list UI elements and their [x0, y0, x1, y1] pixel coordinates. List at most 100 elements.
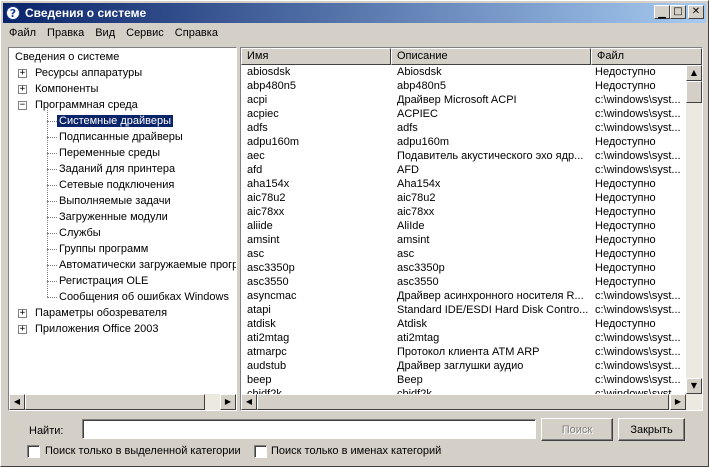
table-row[interactable]: adfs adfs c:\windows\syst... — [241, 121, 686, 135]
collapse-icon[interactable]: − — [18, 100, 27, 110]
tree-item[interactable]: Подписанные драйверы — [57, 129, 185, 145]
table-row[interactable]: ati2mtag ati2mtag c:\windows\syst... — [241, 331, 686, 345]
cell-file: Недоступно — [595, 206, 656, 218]
tree-item[interactable]: Заданий для принтера — [57, 161, 177, 177]
menu-edit[interactable]: Правка — [41, 27, 89, 39]
table-row[interactable]: afd AFD c:\windows\syst... — [241, 163, 686, 177]
table-row[interactable]: acpi Драйвер Microsoft ACPI c:\windows\sys… — [241, 93, 686, 107]
title-bar[interactable]: ? Сведения о системе ▁ □ ✕ — [3, 3, 706, 23]
cell-file: Недоступно — [595, 192, 656, 204]
tree-item[interactable]: + Компоненты — [18, 81, 100, 97]
tree-horizontal-scrollbar[interactable]: ◀ ▶ — [9, 394, 236, 410]
list-hscroll-thumb[interactable] — [257, 394, 669, 410]
tree-item[interactable]: Службы — [57, 225, 103, 241]
cell-name: asc — [247, 248, 265, 260]
cell-name: asyncmac — [247, 290, 297, 302]
expand-icon[interactable]: + — [18, 324, 27, 334]
search-category-names-label[interactable]: Поиск только в именах категорий — [271, 445, 441, 457]
table-row[interactable]: abp480n5 abp480n5 Недоступно — [241, 79, 686, 93]
column-header-file[interactable]: Файл — [591, 48, 702, 65]
cell-file: c:\windows\syst... — [595, 346, 681, 358]
minimize-button[interactable]: ▁ — [654, 5, 670, 19]
cell-name: asc3550 — [247, 276, 289, 288]
arrow-right-icon[interactable]: ▶ — [670, 394, 686, 410]
arrow-down-icon[interactable]: ▼ — [686, 378, 702, 394]
tree-item[interactable]: Сетевые подключения — [57, 177, 176, 193]
table-row[interactable]: cbidf2k cbidf2k c:\windows\syst... — [241, 387, 686, 394]
table-row[interactable]: atdisk Atdisk Недоступно — [241, 317, 686, 331]
close-window-button[interactable]: ✕ — [688, 5, 704, 19]
arrow-left-icon[interactable]: ◀ — [241, 394, 257, 410]
cell-description: adpu160m — [397, 136, 449, 148]
tree-item[interactable]: + Приложения Office 2003 — [18, 321, 160, 337]
search-selected-category-checkbox[interactable] — [27, 445, 40, 458]
list-horizontal-scrollbar[interactable]: ◀ ▶ — [241, 394, 702, 410]
search-button[interactable]: Поиск — [541, 418, 613, 441]
table-row[interactable]: abiosdsk Abiosdsk Недоступно — [241, 65, 686, 79]
tree-scroll-thumb[interactable] — [25, 394, 205, 410]
tree-item[interactable]: + Ресурсы аппаратуры — [18, 65, 144, 81]
details-list-pane[interactable]: Имя Описание Файл abiosdsk Abiosdsk Недост… — [240, 47, 703, 411]
maximize-button[interactable]: □ — [670, 5, 686, 19]
menu-help[interactable]: Справка — [169, 27, 223, 39]
tree-item[interactable]: Переменные среды — [57, 145, 162, 161]
search-selected-category-label[interactable]: Поиск только в выделенной категории — [45, 445, 241, 457]
cell-name: ati2mtag — [247, 332, 290, 344]
tree-item[interactable]: Группы программ — [57, 241, 150, 257]
tree-item[interactable]: Загруженные модули — [57, 209, 170, 225]
tree-root[interactable]: Сведения о системе — [13, 49, 121, 65]
arrow-up-icon[interactable]: ▲ — [686, 65, 702, 81]
find-input[interactable] — [82, 419, 536, 439]
table-row[interactable]: aha154x Aha154x Недоступно — [241, 177, 686, 191]
tree-connector — [47, 217, 57, 218]
table-row[interactable]: asc3350p asc3350p Недоступно — [241, 261, 686, 275]
cell-name: cbidf2k — [247, 388, 282, 394]
list-vertical-scrollbar[interactable]: ▲ ▼ — [686, 65, 702, 394]
table-row[interactable]: adpu160m adpu160m Недоступно — [241, 135, 686, 149]
expand-icon[interactable]: + — [18, 308, 27, 318]
menu-file[interactable]: Файл — [3, 27, 41, 39]
table-row[interactable]: atmarpc Протокол клиента ATM ARP c:\window… — [241, 345, 686, 359]
cell-name: atdisk — [247, 318, 276, 330]
menu-view[interactable]: Вид — [89, 27, 120, 39]
search-category-names-checkbox[interactable] — [254, 445, 267, 458]
tree-item[interactable]: − Программная среда — [18, 97, 140, 113]
table-row[interactable]: atapi Standard IDE/ESDI Hard Disk Contro.… — [241, 303, 686, 317]
arrow-left-icon[interactable]: ◀ — [9, 394, 25, 410]
cell-description: Драйвер заглушки аудио — [397, 360, 524, 372]
table-row[interactable]: acpiec ACPIEC c:\windows\syst... — [241, 107, 686, 121]
tree-item-label: Приложения Office 2003 — [35, 323, 159, 335]
table-row[interactable]: audstub Драйвер заглушки аудио c:\windows\… — [241, 359, 686, 373]
table-row[interactable]: asc3550 asc3550 Недоступно — [241, 275, 686, 289]
cell-name: audstub — [247, 360, 287, 372]
tree-item[interactable]: Выполняемые задачи — [57, 193, 173, 209]
table-row[interactable]: aic78u2 aic78u2 Недоступно — [241, 191, 686, 205]
tree-item[interactable]: Регистрация OLE — [57, 273, 150, 289]
arrow-right-icon[interactable]: ▶ — [220, 394, 236, 410]
table-row[interactable]: asyncmac Драйвер асинхронного носителя R.… — [241, 289, 686, 303]
expand-icon[interactable]: + — [18, 84, 27, 94]
table-row[interactable]: aic78xx aic78xx Недоступно — [241, 205, 686, 219]
list-vscroll-thumb[interactable] — [686, 81, 702, 103]
table-row[interactable]: asc asc Недоступно — [241, 247, 686, 261]
expand-icon[interactable]: + — [18, 68, 27, 78]
cell-name: atapi — [247, 304, 271, 316]
tree-item[interactable]: Системные драйверы — [57, 113, 173, 129]
table-row[interactable]: beep Beep c:\windows\syst... — [241, 373, 686, 387]
close-button[interactable]: Закрыть — [618, 418, 685, 441]
table-row[interactable]: amsint amsint Недоступно — [241, 233, 686, 247]
cell-description: Протокол клиента ATM ARP — [397, 346, 540, 358]
tree-item[interactable]: Сообщения об ошибках Windows — [57, 289, 231, 305]
column-header-description[interactable]: Описание — [391, 48, 591, 65]
system-info-window: ? Сведения о системе ▁ □ ✕ Файл Правка В… — [0, 0, 709, 467]
tree-item[interactable]: Автоматически загружаемые прогр — [57, 257, 236, 273]
table-row[interactable]: aliide AliIde Недоступно — [241, 219, 686, 233]
maximize-icon: □ — [673, 6, 683, 17]
tree-item-label: Службы — [59, 227, 101, 239]
table-row[interactable]: aec Подавитель акустического эхо ядр... c:… — [241, 149, 686, 163]
category-tree-pane[interactable]: Сведения о системе + Ресурсы аппаратуры + К… — [8, 47, 237, 411]
column-header-name[interactable]: Имя — [241, 48, 391, 65]
tree-item[interactable]: + Параметры обозревателя — [18, 305, 169, 321]
cell-name: abp480n5 — [247, 80, 296, 92]
menu-tools[interactable]: Сервис — [120, 27, 169, 39]
